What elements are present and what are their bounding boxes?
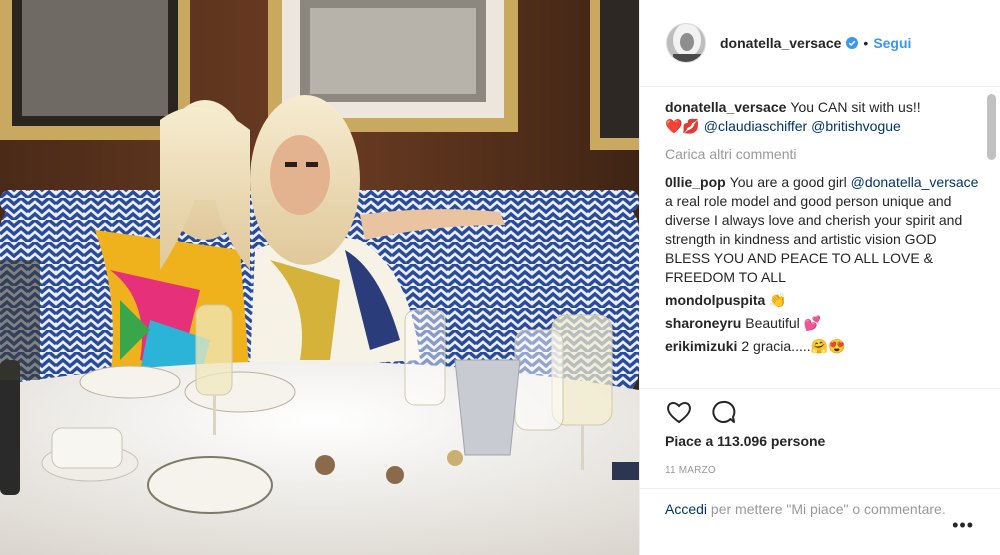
post-image — [0, 0, 639, 555]
follow-button[interactable]: Segui — [873, 35, 911, 51]
comments-scrollbar-thumb[interactable] — [987, 94, 996, 160]
caption: donatella_versace You CAN sit with us!! ❤… — [665, 98, 982, 136]
comment-username[interactable]: 0llie_pop — [665, 174, 726, 190]
caption-mention-britishvogue[interactable]: @britishvogue — [811, 118, 901, 134]
user-avatar[interactable] — [666, 23, 706, 63]
comment-icon[interactable] — [709, 398, 737, 426]
login-prompt: Accedi per mettere "Mi piace" o commenta… — [640, 488, 1000, 555]
post-sidebar: donatella_versace • Segui donatella_vers… — [639, 0, 1000, 555]
separator-dot: • — [863, 35, 869, 51]
caption-emoji: ❤️💋 — [665, 118, 700, 134]
caption-text: You CAN sit with us!! — [790, 99, 921, 115]
post-header: donatella_versace • Segui — [640, 0, 1000, 87]
login-link[interactable]: Accedi — [665, 501, 707, 517]
avatar-image — [667, 24, 705, 62]
comment-item: mondolpuspita 👏 — [665, 291, 982, 310]
more-options-icon[interactable]: ••• — [952, 516, 974, 534]
caption-mention-claudiaschiffer[interactable]: @claudiaschiffer — [704, 118, 807, 134]
caption-username[interactable]: donatella_versace — [665, 99, 786, 115]
comment-username[interactable]: erikimizuki — [665, 338, 737, 354]
comment-username[interactable]: mondolpuspita — [665, 292, 765, 308]
comment-text: You are a good girl — [729, 174, 847, 190]
comment-username[interactable]: sharoneyru — [665, 315, 741, 331]
verified-badge-icon — [846, 37, 859, 49]
comment-text: 👏 — [769, 292, 787, 308]
comment-text-continued: a real role model and good person unique… — [665, 193, 963, 285]
login-prompt-text: per mettere "Mi piace" o commentare. — [710, 501, 946, 517]
post-date[interactable]: 11 MARZO — [665, 465, 984, 476]
load-more-comments-link[interactable]: Carica altri commenti — [665, 145, 982, 164]
comment-item: erikimizuki 2 gracia.....🤗😍 — [665, 337, 982, 356]
comment-text: 2 gracia.....🤗😍 — [741, 338, 846, 354]
post-photo[interactable] — [0, 0, 639, 555]
comments-list[interactable]: donatella_versace You CAN sit with us!! ❤… — [640, 88, 982, 388]
heart-icon[interactable] — [665, 398, 693, 426]
comment-mention[interactable]: @donatella_versace — [851, 174, 979, 190]
instagram-post: donatella_versace • Segui donatella_vers… — [0, 0, 1000, 555]
header-username[interactable]: donatella_versace — [720, 35, 841, 51]
comment-item: 0llie_pop You are a good girl @donatella_… — [665, 173, 982, 287]
comment-item: sharoneyru Beautiful 💕 — [665, 314, 982, 333]
likes-count[interactable]: Piace a 113.096 persone — [665, 433, 984, 449]
comment-text: Beautiful 💕 — [745, 315, 822, 331]
action-icons-row — [665, 397, 984, 427]
